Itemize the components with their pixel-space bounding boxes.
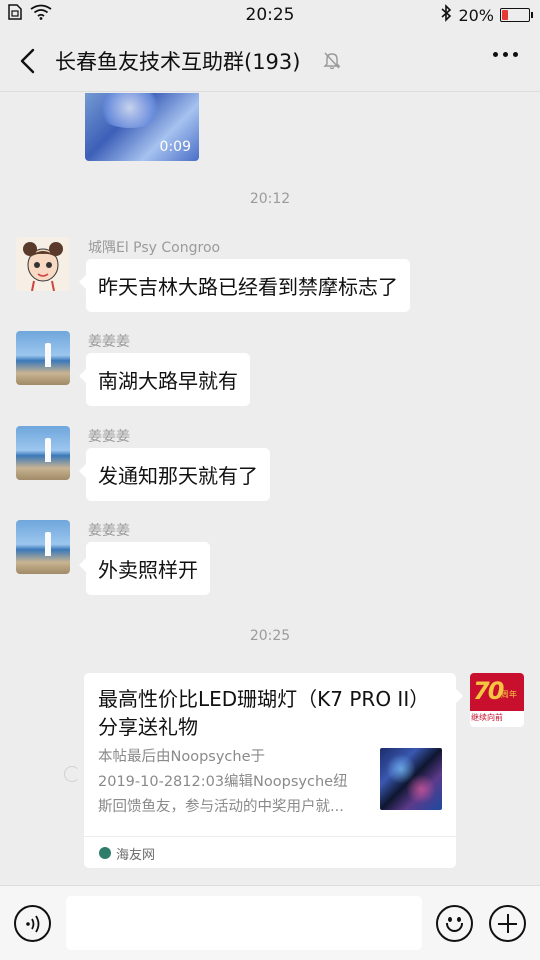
timestamp: 20:12	[249, 191, 291, 207]
source-logo-icon	[99, 847, 111, 859]
message-bubble[interactable]: 发通知那天就有了	[79, 448, 270, 501]
bell-off-icon	[322, 50, 342, 74]
battery-icon	[500, 8, 533, 22]
link-card-desc-line: 本帖最后由Noopsyche于	[98, 749, 266, 765]
status-bar: 20:25 20%	[0, 0, 540, 30]
sender-name: 姜姜姜	[88, 429, 130, 445]
battery-percent: 20%	[458, 5, 494, 25]
input-bar	[0, 885, 540, 960]
status-right: 20%	[440, 4, 533, 26]
chat-title: 长春鱼友技术互助群(193)	[55, 50, 301, 74]
chevron-left-icon	[20, 48, 35, 74]
timestamp: 20:25	[249, 628, 291, 644]
link-card-title: 最高性价比LED珊瑚灯（K7 PRO II）分享送礼物	[98, 687, 430, 739]
more-button[interactable]	[493, 52, 518, 57]
battery-level	[502, 10, 508, 20]
link-card[interactable]: 最高性价比LED珊瑚灯（K7 PRO II）分享送礼物 本帖最后由Noopsyc…	[84, 673, 463, 868]
link-card-thumbnail	[380, 748, 442, 810]
avatar-caption: 继续向前	[471, 713, 503, 722]
video-duration: 0:09	[159, 139, 191, 155]
chat-header: 长春鱼友技术互助群(193)	[0, 30, 540, 92]
avatar[interactable]	[16, 331, 70, 385]
sending-spinner-icon	[64, 766, 80, 782]
message-bubble[interactable]: 昨天吉林大路已经看到禁摩标志了	[79, 259, 410, 312]
link-card-desc-line: 2019-10-2812:03编辑Noopsyche纽	[98, 774, 348, 790]
sender-name: 姜姜姜	[88, 334, 130, 350]
avatar[interactable]	[16, 426, 70, 480]
bluetooth-icon	[440, 4, 452, 26]
emoji-button[interactable]	[436, 905, 473, 942]
chat-area[interactable]: 0:09 20:12 城隅El Psy Congroo 昨天吉林大路已经看到禁摩…	[0, 93, 540, 885]
back-button[interactable]	[12, 44, 42, 78]
more-dots-icon	[493, 52, 518, 57]
message-input[interactable]	[66, 896, 422, 950]
link-card-source: 海友网	[116, 848, 156, 863]
voice-icon	[25, 915, 39, 932]
self-avatar[interactable]: 70 周年 继续向前	[470, 673, 524, 727]
avatar-badge: 周年	[501, 690, 517, 699]
avatar[interactable]	[16, 520, 70, 574]
sender-name: 姜姜姜	[88, 523, 130, 539]
voice-button[interactable]	[14, 905, 51, 942]
message-bubble[interactable]: 南湖大路早就有	[79, 353, 250, 406]
avatar[interactable]	[16, 237, 70, 291]
sender-name: 城隅El Psy Congroo	[88, 240, 221, 256]
link-card-footer: 海友网	[84, 836, 456, 868]
link-card-desc-line: 斯回馈鱼友，参与活动的中奖用户就...	[98, 799, 344, 815]
message-bubble[interactable]: 外卖照样开	[79, 542, 210, 595]
more-functions-button[interactable]	[489, 905, 526, 942]
link-card-description: 本帖最后由Noopsyche于 2019-10-2812:03编辑Noopsyc…	[98, 745, 368, 820]
video-message[interactable]: 0:09	[85, 93, 199, 161]
avatar-number: 70	[473, 677, 504, 705]
